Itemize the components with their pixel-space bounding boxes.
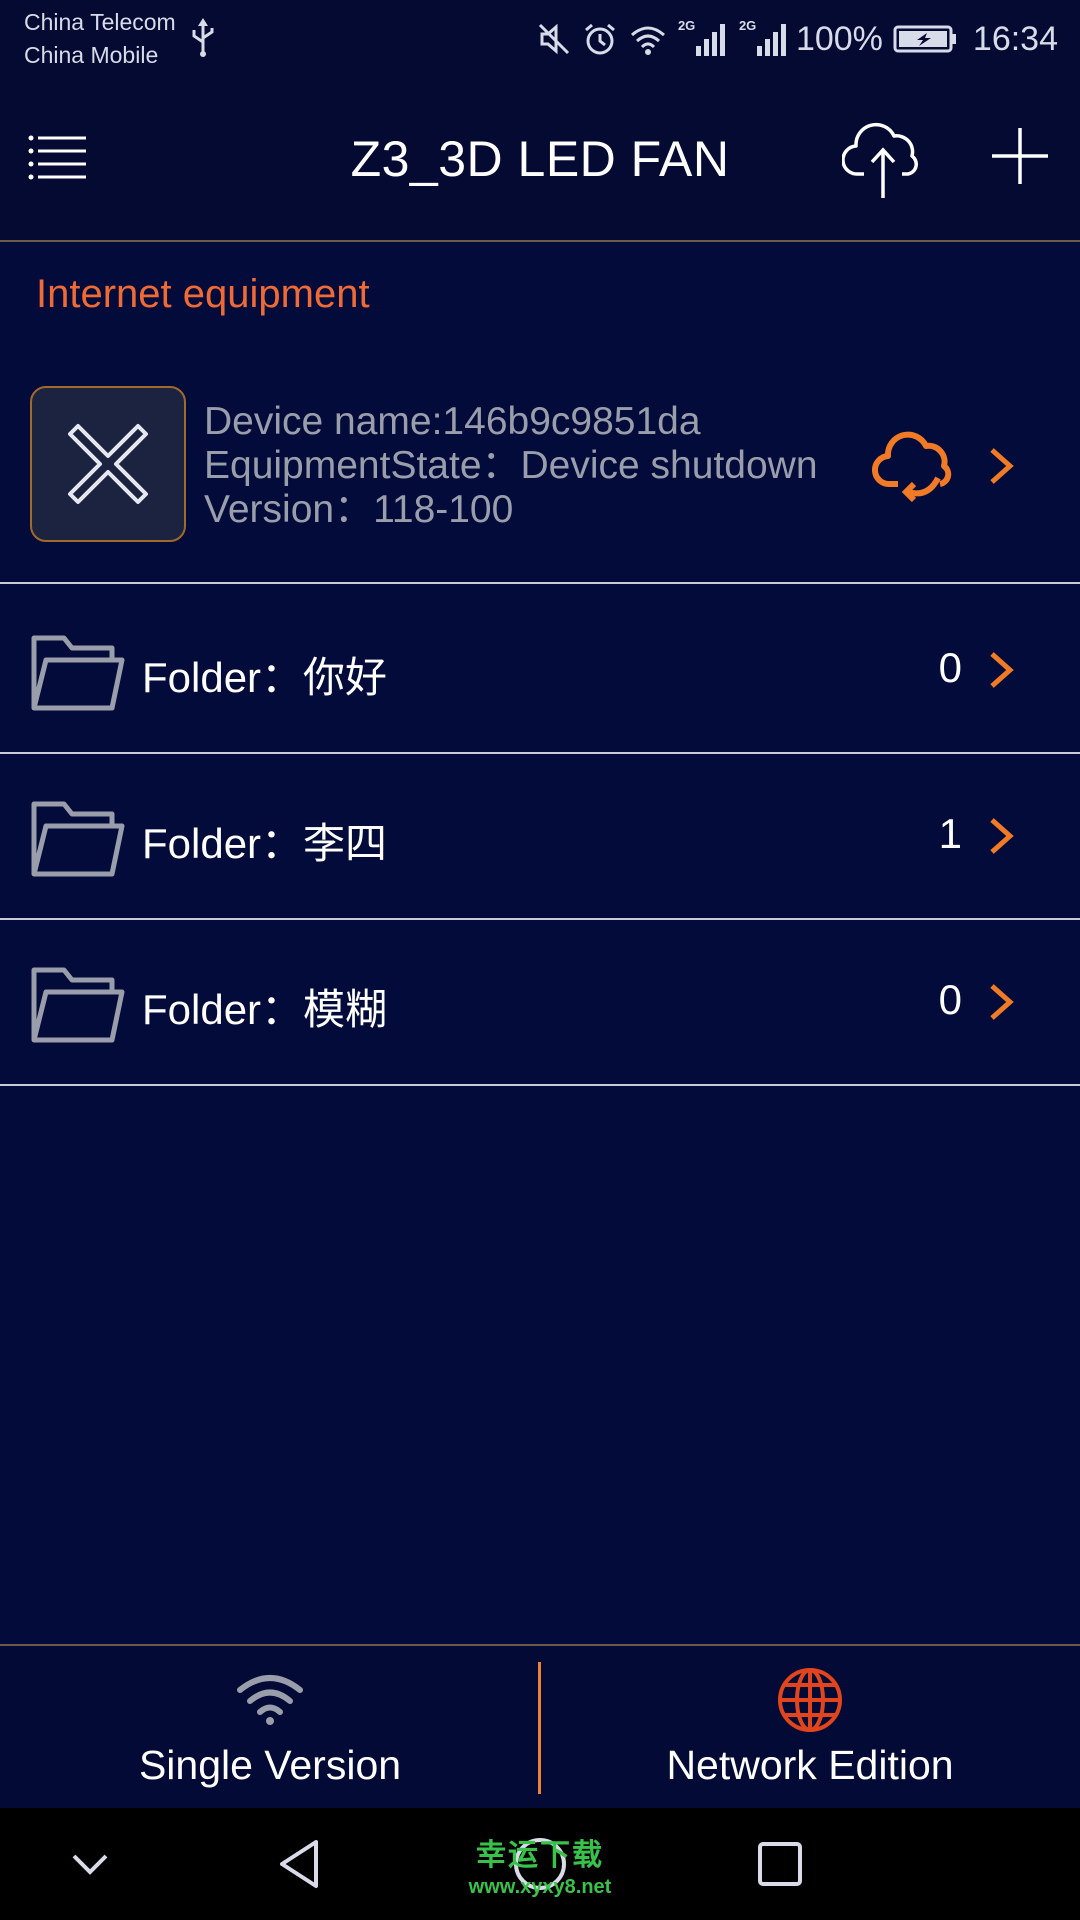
app-bar: Z3_3D LED FAN: [0, 80, 1080, 242]
carrier-info: China Telecom China Mobile: [24, 6, 176, 72]
watermark-text: 幸运下载: [476, 1839, 604, 1872]
device-name: Device name:146b9c9851da: [204, 400, 701, 443]
fan-cross-icon: [68, 424, 148, 504]
bottom-tab-bar: Single Version Network Edition: [0, 1644, 1080, 1810]
chevron-right-icon[interactable]: [986, 816, 1016, 856]
tab-network-edition[interactable]: Network Edition: [540, 1646, 1080, 1810]
device-version: Version：118-100: [204, 488, 514, 531]
folder-label: Folder：你好: [142, 654, 388, 701]
carrier-1: China Telecom: [24, 9, 176, 35]
folder-label: Folder：李四: [142, 820, 388, 867]
wifi-icon: [237, 1675, 303, 1725]
tab-single-version[interactable]: Single Version: [0, 1646, 540, 1810]
plus-icon[interactable]: [990, 126, 1050, 186]
cloud-sync-icon[interactable]: [868, 426, 964, 506]
tab-label: Single Version: [138, 1742, 402, 1788]
section-title: Internet equipment: [36, 272, 370, 316]
system-nav-bar: 幸运下载 www.xyxy8.net: [0, 1808, 1080, 1920]
chevron-right-icon[interactable]: [986, 446, 1016, 486]
folder-count: 0: [938, 644, 962, 691]
device-state: EquipmentState：Device shutdown: [204, 444, 818, 487]
folder-row[interactable]: Folder：李四 1: [0, 754, 1080, 920]
device-row[interactable]: Device name:146b9c9851da EquipmentState：…: [0, 360, 1080, 584]
folder-icon: [31, 635, 125, 711]
carrier-2: China Mobile: [24, 42, 159, 68]
network-type-2: 2G: [738, 18, 757, 33]
network-type-1: 2G: [677, 18, 696, 33]
folder-icon: [31, 967, 125, 1043]
folder-row[interactable]: Folder：你好 0: [0, 588, 1080, 754]
status-icons: 2G 2G 100% 16:34: [536, 14, 1058, 64]
mute-icon: [538, 23, 569, 55]
folder-label: Folder：模糊: [142, 986, 388, 1033]
folder-count: 0: [938, 976, 962, 1023]
folder-row[interactable]: Folder：模糊 0: [0, 920, 1080, 1086]
chevron-right-icon[interactable]: [986, 650, 1016, 690]
usb-icon: [192, 18, 214, 57]
device-thumbnail: [30, 386, 186, 542]
app-screen: China Telecom China Mobile 2G 2G 100% 16…: [0, 0, 1080, 1920]
cloud-upload-icon[interactable]: [842, 116, 926, 200]
alarm-icon: [584, 23, 615, 55]
device-info: Device name:146b9c9851da EquipmentState：…: [204, 400, 818, 532]
folder-count: 1: [938, 810, 962, 857]
battery-icon: [893, 25, 956, 53]
clock: 16:34: [972, 19, 1058, 58]
globe-icon: [778, 1668, 842, 1732]
watermark-url: www.xyxy8.net: [468, 1876, 612, 1898]
battery-percent: 100%: [795, 19, 883, 58]
chevron-right-icon[interactable]: [986, 982, 1016, 1022]
signal-icon-1: 2G: [678, 18, 725, 56]
tab-label: Network Edition: [666, 1742, 954, 1788]
folder-icon: [31, 801, 125, 877]
watermark: 幸运下载 www.xyxy8.net: [0, 1830, 1080, 1899]
status-bar: China Telecom China Mobile 2G 2G 100% 16…: [0, 0, 1080, 80]
wifi-status-icon: [630, 26, 665, 55]
signal-icon-2: 2G: [739, 18, 786, 56]
